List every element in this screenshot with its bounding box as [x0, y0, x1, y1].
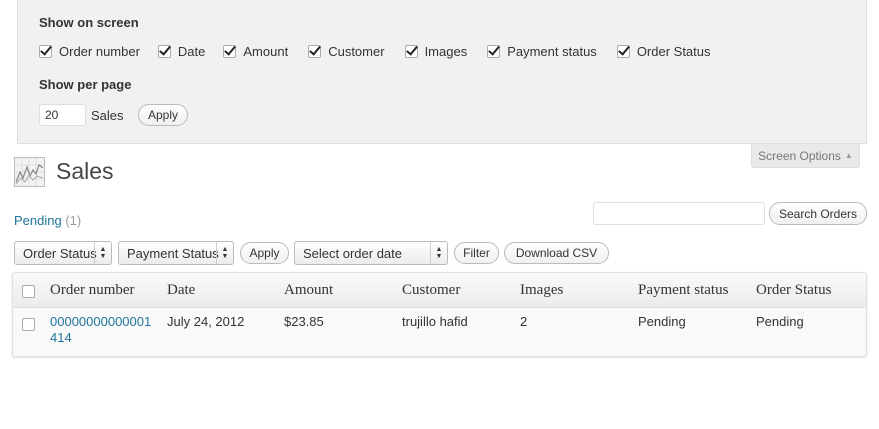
column-toggle-amount[interactable]: Amount [223, 44, 288, 59]
column-toggle-label: Amount [243, 44, 289, 59]
pending-link-label[interactable]: Pending [14, 213, 62, 228]
screen-options-panel: Show on screen Order number Date Amount … [17, 0, 867, 144]
cell-date: July 24, 2012 [167, 314, 245, 329]
cell-payment-status: Pending [638, 314, 686, 329]
column-toggle-order-status[interactable]: Order Status [616, 44, 711, 59]
column-header-order-number[interactable]: Order number [50, 282, 135, 299]
filters-apply-button[interactable]: Apply [240, 242, 289, 264]
filter-button[interactable]: Filter [454, 242, 499, 264]
checkbox-order-number[interactable] [39, 45, 52, 58]
column-toggle-date[interactable]: Date [157, 44, 206, 59]
column-toggle-order-number[interactable]: Order number [39, 44, 140, 59]
search-orders-button[interactable]: Search Orders [769, 202, 867, 225]
column-header-customer[interactable]: Customer [402, 282, 460, 299]
column-toggle-label: Images [424, 44, 468, 59]
show-on-screen-heading: Show on screen [39, 15, 139, 30]
pending-count: (1) [65, 213, 82, 228]
order-status-select-value: Order Status [23, 245, 97, 261]
order-number-link[interactable]: 00000000000001 414 [50, 314, 151, 346]
screen-options-apply-button[interactable]: Apply [138, 104, 188, 126]
column-toggle-customer[interactable]: Customer [308, 44, 385, 59]
column-toggle-label: Date [177, 44, 206, 59]
column-header-amount[interactable]: Amount [284, 282, 333, 299]
search-orders-input[interactable] [593, 202, 765, 225]
column-toggle-label: Payment status [507, 44, 597, 59]
payment-status-select[interactable]: Payment Status ▲ ▼ [118, 241, 234, 265]
checkbox-payment-status[interactable] [487, 45, 501, 58]
download-csv-button[interactable]: Download CSV [504, 242, 609, 264]
page-title: Sales [56, 158, 114, 184]
cell-order-status: Pending [756, 314, 804, 329]
checkbox-amount[interactable] [223, 45, 237, 58]
screen-options-tab[interactable]: Screen Options ▲ [751, 144, 860, 168]
column-toggles: Order number Date Amount Customer Images… [39, 44, 711, 59]
pending-filter-link[interactable]: Pending (1) [14, 213, 81, 228]
order-number-line[interactable]: 00000000000001 [50, 314, 151, 330]
select-arrows-icon: ▲ ▼ [430, 242, 447, 264]
row-checkbox[interactable] [22, 318, 35, 331]
column-header-payment-status[interactable]: Payment status [638, 282, 728, 299]
column-toggle-payment-status[interactable]: Payment status [487, 44, 597, 59]
show-per-page-heading: Show per page [39, 77, 132, 92]
cell-customer: trujillo hafid [402, 314, 468, 329]
select-arrows-icon: ▲ ▼ [94, 242, 111, 264]
column-header-images[interactable]: Images [520, 282, 563, 299]
order-number-line[interactable]: 414 [50, 330, 151, 346]
checkbox-images[interactable] [404, 45, 418, 58]
orders-table: Order number Date Amount Customer Images… [12, 272, 867, 357]
payment-status-select-value: Payment Status [127, 245, 219, 261]
column-toggle-label: Order number [59, 44, 140, 59]
select-all-checkbox[interactable] [22, 285, 35, 298]
order-date-select[interactable]: Select order date ▲ ▼ [294, 241, 448, 265]
select-arrows-icon: ▲ ▼ [216, 242, 233, 264]
cell-amount: $23.85 [284, 314, 324, 329]
screen-options-tab-label: Screen Options [758, 148, 841, 163]
column-toggle-label: Order Status [636, 44, 711, 59]
checkbox-date[interactable] [157, 45, 171, 58]
column-toggle-label: Customer [328, 44, 385, 59]
cell-images: 2 [520, 314, 528, 329]
checkbox-customer[interactable] [308, 45, 322, 58]
column-header-date[interactable]: Date [167, 282, 195, 299]
per-page-input[interactable] [39, 104, 86, 126]
order-status-select[interactable]: Order Status ▲ ▼ [14, 241, 112, 265]
triangle-up-icon: ▲ [844, 151, 853, 160]
table-header-row: Order number Date Amount Customer Images… [13, 273, 866, 308]
per-page-unit-label: Sales [91, 108, 124, 123]
order-date-select-value: Select order date [303, 245, 403, 261]
checkbox-order-status[interactable] [616, 45, 630, 58]
column-header-order-status[interactable]: Order Status [756, 282, 831, 299]
column-toggle-images[interactable]: Images [404, 44, 468, 59]
sales-chart-icon [14, 157, 45, 187]
